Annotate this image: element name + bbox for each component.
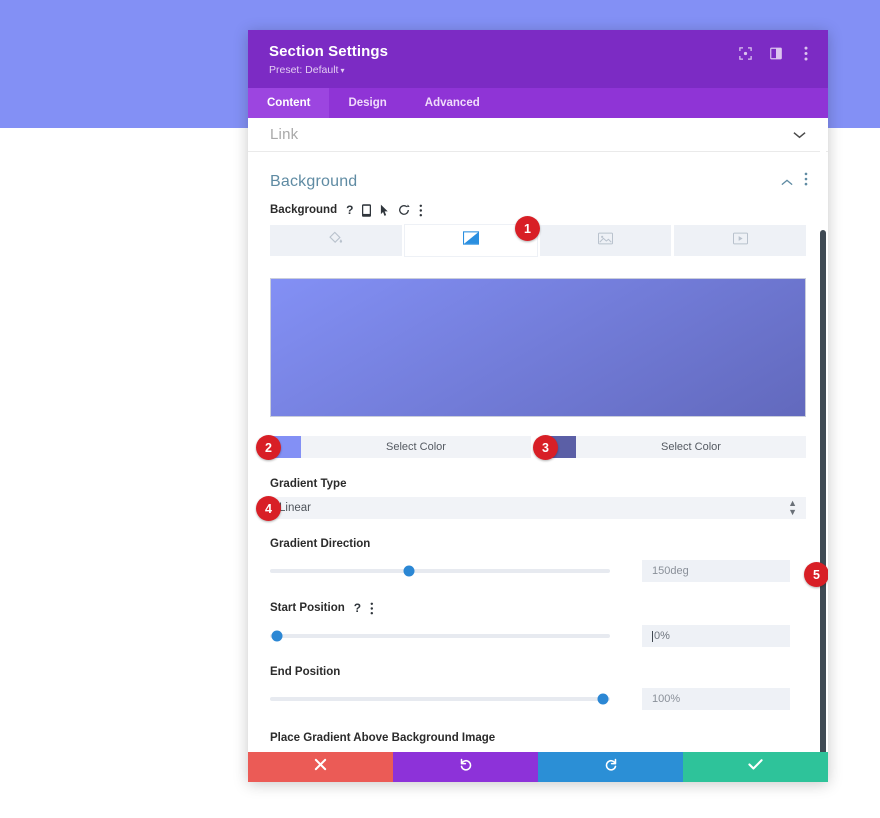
preset-label: Preset: Default	[269, 64, 339, 76]
background-section-controls	[781, 172, 808, 191]
paint-bucket-icon	[329, 231, 343, 250]
place-gradient-block: Place Gradient Above Background Image NO	[270, 732, 806, 752]
page-title: Section Settings	[269, 43, 389, 60]
link-section-header[interactable]: Link	[248, 118, 828, 152]
gradient-type-select-wrap: Linear ▲ ▼ 4	[256, 496, 806, 521]
layout-panel-icon[interactable]	[767, 45, 784, 62]
gradient-direction-block: Gradient Direction 150deg 5	[270, 538, 828, 587]
section-settings-modal: Section Settings Preset: Default ▾ Conte…	[248, 30, 828, 782]
color-stop-2[interactable]: Select Color	[545, 436, 806, 458]
options-menu-icon[interactable]	[419, 204, 423, 217]
start-position-slider[interactable]	[270, 629, 610, 643]
place-gradient-label: Place Gradient Above Background Image	[270, 732, 496, 744]
fullscreen-icon[interactable]	[737, 45, 754, 62]
color-stop-1[interactable]: Select Color	[270, 436, 531, 458]
header-icon-group	[737, 45, 814, 62]
slider-track	[270, 697, 610, 701]
help-icon[interactable]: ?	[354, 601, 361, 615]
callout-badge-2: 2	[256, 435, 281, 460]
redo-icon	[604, 758, 618, 777]
hover-cursor-icon[interactable]	[380, 204, 389, 217]
slider-knob[interactable]	[403, 565, 415, 577]
end-position-slider[interactable]	[270, 692, 610, 706]
slider-knob[interactable]	[271, 630, 283, 642]
more-vertical-icon[interactable]	[797, 45, 814, 62]
undo-icon	[459, 758, 473, 777]
background-section-header[interactable]: Background	[248, 152, 828, 191]
text-caret	[652, 630, 653, 642]
start-position-value: 0%	[654, 630, 670, 642]
page-root: Section Settings Preset: Default ▾ Conte…	[0, 0, 880, 818]
start-position-input[interactable]: 0%	[642, 625, 790, 647]
background-video-tab[interactable]	[674, 225, 806, 256]
end-position-block: End Position 100%	[270, 666, 806, 710]
tab-design[interactable]: Design	[329, 88, 405, 118]
callout-badge-5: 5	[804, 562, 828, 587]
slider-knob[interactable]	[597, 693, 609, 705]
background-field-label-row: Background ?	[248, 191, 828, 225]
modal-tabbar: Content Design Advanced	[248, 88, 828, 118]
gradient-direction-label: Gradient Direction	[270, 538, 806, 550]
link-section-label: Link	[270, 126, 299, 143]
start-position-block: Start Position ? 0%	[270, 601, 806, 647]
gradient-type-label: Gradient Type	[270, 478, 347, 490]
undo-button[interactable]	[393, 752, 538, 782]
modal-footer	[248, 752, 828, 782]
gradient-type-select[interactable]: Linear ▲ ▼	[270, 497, 806, 519]
gradient-icon	[462, 231, 479, 250]
image-icon	[597, 232, 613, 250]
chevron-updown-icon: ▲ ▼	[788, 498, 797, 517]
redo-button[interactable]	[538, 752, 683, 782]
settings-scroll-pane: Link Background Background ? 1 Select Co…	[248, 118, 828, 752]
background-image-tab[interactable]	[539, 225, 672, 256]
gradient-direction-row: 150deg	[270, 560, 806, 582]
end-position-input[interactable]: 100%	[642, 688, 790, 710]
gradient-color-stops: Select Color Select Color 2 3	[256, 435, 806, 460]
tab-content[interactable]: Content	[248, 88, 330, 118]
close-button[interactable]	[248, 752, 393, 782]
end-position-label-text: End Position	[270, 666, 341, 678]
save-button[interactable]	[683, 752, 828, 782]
options-menu-icon[interactable]	[370, 602, 374, 615]
tab-advanced[interactable]: Advanced	[406, 88, 499, 118]
preset-selector[interactable]: Preset: Default ▾	[269, 64, 810, 77]
select-color-button-2[interactable]: Select Color	[576, 436, 806, 458]
gradient-type-value: Linear	[279, 502, 311, 514]
end-position-row: 100%	[270, 688, 806, 710]
end-position-label: End Position	[270, 666, 806, 678]
start-position-label: Start Position ?	[270, 601, 806, 615]
select-color-button-1[interactable]: Select Color	[301, 436, 531, 458]
modal-body: Link Background Background ? 1 Select Co…	[248, 118, 828, 752]
close-icon	[314, 758, 327, 776]
help-icon[interactable]: ?	[346, 203, 353, 217]
gradient-direction-label-text: Gradient Direction	[270, 538, 371, 550]
responsive-mobile-icon[interactable]	[362, 203, 372, 217]
more-vertical-icon[interactable]	[804, 172, 808, 191]
chevron-up-icon[interactable]	[781, 173, 793, 191]
background-color-tab[interactable]	[270, 225, 402, 256]
slider-track	[270, 569, 610, 573]
modal-header: Section Settings Preset: Default ▾	[248, 30, 828, 88]
background-field-label: Background	[270, 204, 338, 216]
callout-badge-4: 4	[256, 496, 281, 521]
gradient-direction-input[interactable]: 150deg	[642, 560, 790, 582]
callout-badge-1: 1	[515, 216, 540, 241]
chevron-down-icon	[793, 126, 806, 144]
chevron-down-icon: ▾	[340, 66, 345, 75]
reset-icon[interactable]	[398, 204, 411, 216]
start-position-label-text: Start Position	[270, 602, 345, 614]
scrollbar-thumb[interactable]	[820, 230, 826, 752]
gradient-direction-slider[interactable]	[270, 564, 610, 578]
background-section-title: Background	[270, 172, 358, 190]
gradient-preview	[270, 278, 806, 417]
slider-track	[270, 634, 610, 638]
start-position-row: 0%	[270, 625, 806, 647]
video-icon	[732, 232, 748, 250]
callout-badge-3: 3	[533, 435, 558, 460]
check-icon	[748, 758, 763, 776]
background-type-tabs: 1	[270, 216, 806, 256]
